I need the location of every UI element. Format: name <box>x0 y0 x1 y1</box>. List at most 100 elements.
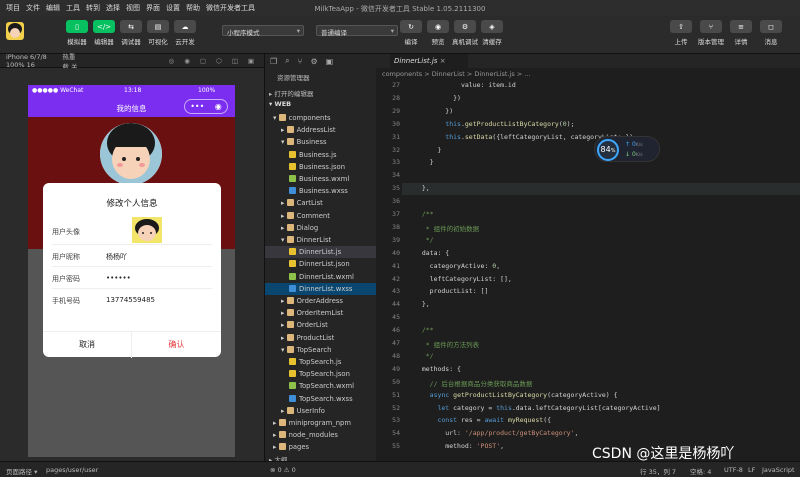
code-line[interactable]: productList: [] <box>414 287 489 295</box>
code-line[interactable]: this.getProductListByCategory(0); <box>414 120 574 128</box>
avatar-row[interactable]: 用户头像 <box>52 217 212 245</box>
tree-item[interactable]: ▾ DinnerList <box>265 234 377 246</box>
branch-icon[interactable]: ⑂ <box>298 57 303 66</box>
toolbar-refresh-button[interactable]: ↻ 编译 <box>396 20 426 46</box>
code-line[interactable]: */ <box>414 236 434 244</box>
password-input[interactable]: •••••• <box>106 274 131 282</box>
more-icon[interactable]: ••• <box>190 102 204 111</box>
files-icon[interactable]: ❐ <box>270 57 277 66</box>
nickname-input[interactable]: 杨杨吖 <box>106 252 127 262</box>
code-area[interactable]: 27 value: item.id 28 }) 29 }) 30 this.getPr… <box>376 81 800 461</box>
tab-dinnerlist-js[interactable]: DinnerList.js × <box>390 54 468 68</box>
encoding[interactable]: UTF-8 <box>724 466 743 474</box>
tree-item[interactable]: DinnerList.wxss <box>265 282 377 295</box>
menu-item-6[interactable]: 视图 <box>126 3 140 13</box>
toolbar-layers-button[interactable]: ◈ 清缓存 <box>477 20 507 46</box>
code-line[interactable]: async getProductListByCategory(categoryA… <box>414 391 618 399</box>
language-mode[interactable]: JavaScript <box>762 466 795 474</box>
code-line[interactable]: }) <box>414 94 461 102</box>
code-line[interactable]: } <box>414 158 434 166</box>
code-line[interactable]: */ <box>414 352 434 360</box>
close-circle-icon[interactable]: ◉ <box>215 102 222 111</box>
simulator-controls-icon[interactable]: ◎◉▢⬡◫▣ <box>169 57 264 65</box>
menu-item-4[interactable]: 转到 <box>86 3 100 13</box>
code-line[interactable]: value: item.id <box>414 81 516 89</box>
problems-indicator[interactable]: ⊗ 0 ⚠ 0 <box>270 466 296 474</box>
toolbar-visual-button[interactable]: ▤ 可视化 <box>143 20 173 46</box>
tree-item[interactable]: ▸ ProductList <box>265 332 377 344</box>
tree-item[interactable]: Business.js <box>265 149 377 161</box>
user-avatar[interactable] <box>6 22 24 40</box>
tree-item[interactable]: TopSearch.wxss <box>265 393 377 405</box>
confirm-button[interactable]: 确认 <box>132 332 221 358</box>
code-line[interactable]: methods: { <box>414 365 461 373</box>
tree-item[interactable]: ▸ OrderItemList <box>265 307 377 319</box>
code-line[interactable]: * 组件的方法列表 <box>414 339 479 349</box>
tree-item[interactable]: TopSearch.js <box>265 356 377 368</box>
toolbar-debug-button[interactable]: ⇆ 调试器 <box>116 20 146 46</box>
close-icon[interactable]: × <box>440 57 446 65</box>
code-line[interactable]: } <box>414 146 441 154</box>
menu-item-3[interactable]: 工具 <box>66 3 80 13</box>
extensions-icon[interactable]: ▣ <box>326 57 334 66</box>
open-editors-section[interactable]: ▸ 打开的编辑器 <box>269 88 313 98</box>
code-line[interactable]: let category = this.data.leftCategoryLis… <box>414 404 660 412</box>
code-line[interactable]: /** <box>414 210 434 218</box>
menu-item-8[interactable]: 设置 <box>166 3 180 13</box>
phone-input[interactable]: 13774559485 <box>106 296 155 304</box>
tree-item[interactable]: ▾ components <box>265 112 377 124</box>
tree-item[interactable]: TopSearch.json <box>265 368 377 380</box>
tree-item[interactable]: TopSearch.wxml <box>265 380 377 392</box>
code-line[interactable]: }, <box>414 300 430 308</box>
code-line[interactable]: categoryActive: 0, <box>414 262 500 270</box>
toolbar-phone-button[interactable]: ▯ 模拟器 <box>62 20 92 46</box>
cursor-position[interactable]: 行 35，列 7 <box>640 466 676 476</box>
tree-item[interactable]: ▾ TopSearch <box>265 344 377 356</box>
phone-row[interactable]: 手机号码 13774559485 <box>52 289 212 311</box>
toolbar-code-button[interactable]: </> 编辑器 <box>89 20 119 46</box>
menu-item-0[interactable]: 项目 <box>6 3 20 13</box>
menu-item-9[interactable]: 帮助 <box>186 3 200 13</box>
tree-item[interactable]: DinnerList.json <box>265 258 377 270</box>
toolbar-upload-button[interactable]: ⇧ 上传 <box>666 20 696 46</box>
toolbar-gear-button[interactable]: ⚙ 真机调试 <box>450 20 480 46</box>
tree-item[interactable]: ▸ node_modules <box>265 429 377 441</box>
tree-item[interactable]: ▸ AddressList <box>265 124 377 136</box>
code-line[interactable]: leftCategoryList: [], <box>414 275 512 283</box>
tree-item[interactable]: ▾ Business <box>265 136 377 148</box>
tree-item[interactable]: Business.wxss <box>265 185 377 197</box>
capsule-menu[interactable]: ••• ◉ <box>184 99 228 114</box>
tree-item[interactable]: DinnerList.js <box>265 246 377 259</box>
toolbar-cloud-button[interactable]: ☁ 云开发 <box>170 20 200 46</box>
toolbar-bell-button[interactable]: ◻ 消息 <box>756 20 786 46</box>
tree-item[interactable]: ▸ Comment <box>265 210 377 222</box>
debug-icon[interactable]: ⚙ <box>310 57 317 66</box>
menu-item-5[interactable]: 选择 <box>106 3 120 13</box>
menu-item-10[interactable]: 微信开发者工具 <box>206 3 255 13</box>
menu-item-7[interactable]: 界面 <box>146 3 160 13</box>
code-line[interactable]: * 组件的初始数据 <box>414 223 479 233</box>
indentation[interactable]: 空格: 4 <box>690 466 711 476</box>
code-line[interactable]: data: { <box>414 249 449 257</box>
mode-dropdown[interactable]: 小程序模式 ▾ <box>222 25 304 37</box>
toolbar-eye-button[interactable]: ◉ 预览 <box>423 20 453 46</box>
tree-item[interactable]: ▸ miniprogram_npm <box>265 417 377 429</box>
tree-item[interactable]: ▸ pages <box>265 441 377 453</box>
tree-item[interactable]: ▸ OrderAddress <box>265 295 377 307</box>
nickname-row[interactable]: 用户昵称 杨杨吖 <box>52 245 212 267</box>
tree-item[interactable]: Business.wxml <box>265 173 377 185</box>
tree-item[interactable]: DinnerList.wxml <box>265 271 377 283</box>
tree-item[interactable]: ▸ OrderList <box>265 319 377 331</box>
code-line[interactable]: }, <box>414 184 430 192</box>
code-line[interactable]: // 后台根据商品分类获取商品数据 <box>414 378 533 388</box>
avatar-thumbnail-icon[interactable] <box>132 217 162 243</box>
toolbar-branch-button[interactable]: ⑂ 版本管理 <box>696 20 726 46</box>
compile-dropdown[interactable]: 普通编译 ▾ <box>316 25 398 37</box>
page-path-label[interactable]: 页面路径 ▾ <box>6 466 37 476</box>
tree-item[interactable]: ▸ UserInfo <box>265 405 377 417</box>
tree-item[interactable]: Business.json <box>265 161 377 173</box>
tree-item[interactable]: ▸ CartList <box>265 197 377 209</box>
cancel-button[interactable]: 取消 <box>43 332 132 358</box>
code-line[interactable]: const res = await myRequest({ <box>414 416 551 424</box>
line-ending[interactable]: LF <box>748 466 755 474</box>
